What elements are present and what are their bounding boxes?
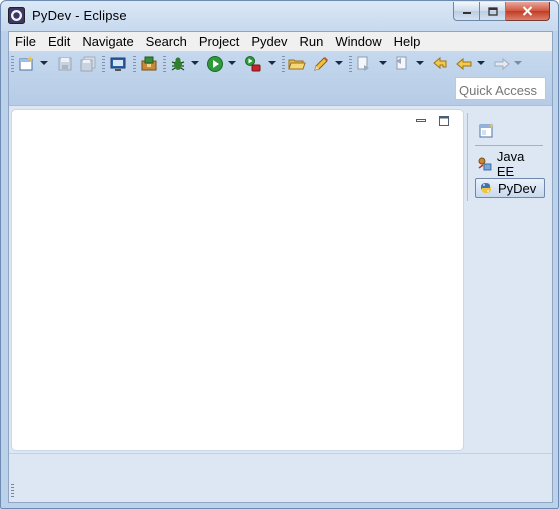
title-bar: PyDev - Eclipse [1,1,558,31]
toolbar-grip[interactable] [282,56,285,72]
java-ee-icon [478,157,492,171]
menu-project[interactable]: Project [199,33,245,51]
minimize-editor-icon[interactable] [416,116,426,126]
window-title: PyDev - Eclipse [32,8,127,23]
perspective-java-ee-label: Java EE [496,149,525,179]
status-bar-grip[interactable] [11,484,14,498]
back-icon[interactable] [455,55,473,73]
last-edit-location-icon[interactable] [432,55,450,73]
run-icon[interactable] [206,55,224,73]
back-dropdown-arrow[interactable] [477,61,485,65]
new-dropdown-arrow[interactable] [40,61,48,65]
print-icon[interactable] [109,55,127,73]
next-annotation-icon[interactable] [355,55,373,73]
menu-help[interactable]: Help [394,33,427,51]
close-button[interactable] [506,2,550,21]
maximize-button[interactable] [480,2,506,21]
eclipse-window: PyDev - Eclipse File Edit Navigate Searc… [0,0,559,509]
workbench: File Edit Navigate Search Project Pydev … [8,31,553,503]
open-folder-icon[interactable] [288,55,306,73]
open-type-icon[interactable] [140,55,158,73]
editor-area[interactable] [11,109,464,451]
menu-navigate[interactable]: Navigate [82,33,139,51]
run-dropdown-arrow[interactable] [228,61,236,65]
next-annotation-dropdown-arrow[interactable] [379,61,387,65]
python-icon [481,183,491,193]
previous-annotation-icon[interactable] [393,55,411,73]
menu-bar: File Edit Navigate Search Project Pydev … [9,32,552,51]
toolbar-grip[interactable] [133,56,136,72]
perspective-java-ee[interactable]: Java EE [475,149,545,179]
quick-access-input[interactable] [455,77,546,100]
status-bar [9,454,552,502]
new-wizard-icon[interactable] [18,55,36,73]
menu-edit[interactable]: Edit [48,33,76,51]
main-toolbar [9,51,552,106]
debug-dropdown-arrow[interactable] [191,61,199,65]
menu-search[interactable]: Search [146,33,193,51]
external-tools-dropdown-arrow[interactable] [268,61,276,65]
menu-pydev[interactable]: Pydev [251,33,293,51]
menu-window[interactable]: Window [335,33,387,51]
toolbar-grip[interactable] [11,56,14,72]
save-icon[interactable] [56,55,74,73]
save-all-icon[interactable] [79,55,97,73]
maximize-editor-icon[interactable] [439,116,449,126]
menu-run[interactable]: Run [299,33,329,51]
pencil-dropdown-arrow[interactable] [335,61,343,65]
perspective-pydev[interactable]: PyDev [475,178,545,198]
toolbar-grip[interactable] [163,56,166,72]
perspective-switcher: Java EE PyDev [467,111,551,451]
minimize-icon [462,12,471,14]
eclipse-logo-icon [8,7,25,24]
close-icon [522,6,533,16]
maximize-icon [487,6,498,16]
debug-icon[interactable] [169,55,187,73]
pencil-icon[interactable] [312,55,330,73]
menu-file[interactable]: File [15,33,42,51]
forward-icon[interactable] [493,55,511,73]
perspective-pydev-label: PyDev [498,180,537,196]
forward-dropdown-arrow[interactable] [514,61,522,65]
toolbar-grip[interactable] [349,56,352,72]
toolbar-grip[interactable] [102,56,105,72]
external-tools-icon[interactable] [244,55,262,73]
perspective-separator [475,145,543,146]
minimize-button[interactable] [453,2,480,21]
perspective-divider [467,113,468,201]
previous-annotation-dropdown-arrow[interactable] [416,61,424,65]
open-perspective-icon[interactable] [479,123,495,139]
